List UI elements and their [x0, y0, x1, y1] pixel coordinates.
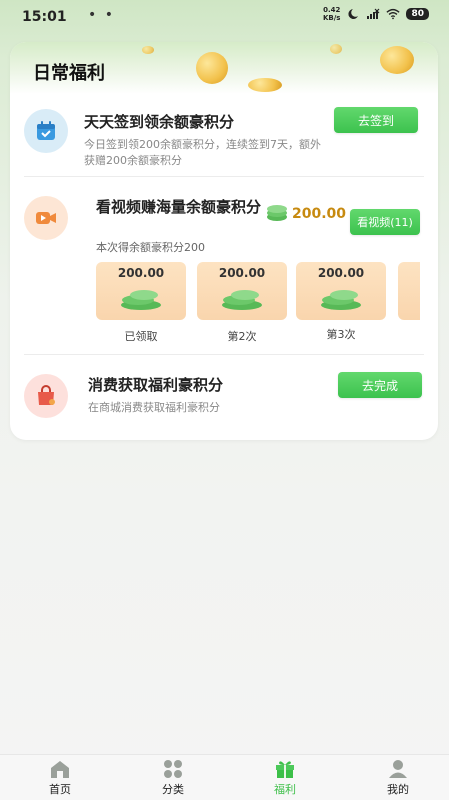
- reward-card: 200.00: [96, 262, 186, 320]
- battery-level: 80: [406, 8, 429, 20]
- coin-decoration: [330, 44, 342, 54]
- home-icon: [51, 761, 69, 778]
- do-not-disturb-icon: [348, 9, 359, 19]
- network-speed: 0.42 KB/s: [323, 6, 340, 22]
- reward-amount: 200.00: [218, 266, 266, 280]
- wifi-icon: [386, 8, 401, 20]
- nav-label-home: 首页: [49, 783, 71, 796]
- task-shopping: 消费获取福利豪积分 在商城消费获取福利豪积分 去完成: [10, 360, 438, 430]
- reward-card-partial: [398, 262, 420, 320]
- nav-item-benefits[interactable]: 福利: [255, 759, 315, 797]
- video-amount: 200.00: [292, 206, 347, 222]
- watch-video-button[interactable]: 看视频(11): [350, 209, 420, 235]
- reward-amount: 200.00: [117, 266, 165, 280]
- shopping-button[interactable]: 去完成: [338, 372, 422, 398]
- coin-decoration: [248, 78, 282, 92]
- signin-icon-badge: [24, 109, 68, 153]
- network-speed-value: 0.42: [323, 6, 341, 14]
- bottom-nav: 首页 分类 福利 我的: [0, 754, 449, 800]
- nav-label-benefits: 福利: [274, 783, 296, 796]
- nav-label-category: 分类: [162, 783, 184, 796]
- nav-item-home[interactable]: 首页: [30, 759, 90, 797]
- coin-decoration: [380, 46, 414, 74]
- nav-item-profile[interactable]: 我的: [368, 759, 428, 797]
- signin-button[interactable]: 去签到: [334, 107, 418, 133]
- video-icon: [36, 212, 56, 224]
- signin-desc: 今日签到领200余额豪积分，连续签到7天，额外获赠200余额豪积分: [84, 138, 321, 167]
- status-time: 15:01: [22, 9, 67, 25]
- shopping-bag-icon: [38, 385, 55, 405]
- category-icon: [164, 760, 182, 778]
- no-signal-icon: [367, 8, 380, 19]
- shopping-icon-badge: [24, 374, 68, 418]
- calendar-check-icon: [37, 121, 55, 140]
- coin-decoration: [196, 52, 228, 84]
- shopping-title: 消费获取福利豪积分: [88, 376, 224, 394]
- signin-title: 天天签到领余额豪积分: [84, 113, 235, 131]
- divider: [24, 176, 424, 177]
- money-stack-icon: [267, 205, 287, 221]
- nav-label-profile: 我的: [387, 783, 409, 796]
- reward-card: 200.00: [296, 262, 386, 320]
- reward-label: 第3次: [326, 328, 356, 341]
- reward-card: 200.00: [197, 262, 287, 320]
- status-notification-dots: • •: [88, 7, 115, 23]
- cash-icon: [121, 290, 161, 310]
- divider: [24, 354, 424, 355]
- cash-icon: [321, 290, 361, 310]
- reward-amount: 200.00: [317, 266, 365, 280]
- video-desc: 本次得余额豪积分200: [96, 241, 205, 254]
- card-title: 日常福利: [33, 63, 105, 84]
- daily-benefits-card: 日常福利 天天签到领余额豪积分 今日签到领200余额豪积分，连续签到7天，额外获…: [10, 42, 438, 440]
- task-video: 看视频赚海量余额豪积分 200.00 看视频(11) 本次得余额豪积分200 2…: [10, 182, 438, 357]
- reward-label: 第2次: [227, 330, 257, 343]
- nav-item-category[interactable]: 分类: [143, 759, 203, 797]
- video-title: 看视频赚海量余额豪积分: [96, 198, 262, 216]
- network-speed-unit: KB/s: [322, 14, 341, 22]
- coin-decoration: [142, 46, 154, 54]
- shopping-desc: 在商城消费获取福利豪积分: [88, 401, 220, 414]
- status-bar: 15:01 • • 0.42 KB/s 80: [0, 0, 449, 34]
- reward-list: 200.00 200.00 200.00 已领取 第2次 第3次: [96, 262, 420, 347]
- status-right-group: 0.42 KB/s 80: [323, 6, 429, 22]
- profile-icon: [389, 760, 407, 778]
- reward-label: 已领取: [124, 330, 158, 343]
- gift-icon: [276, 761, 294, 778]
- video-icon-badge: [24, 196, 68, 240]
- cash-icon: [222, 290, 262, 310]
- card-header: 日常福利: [10, 42, 438, 94]
